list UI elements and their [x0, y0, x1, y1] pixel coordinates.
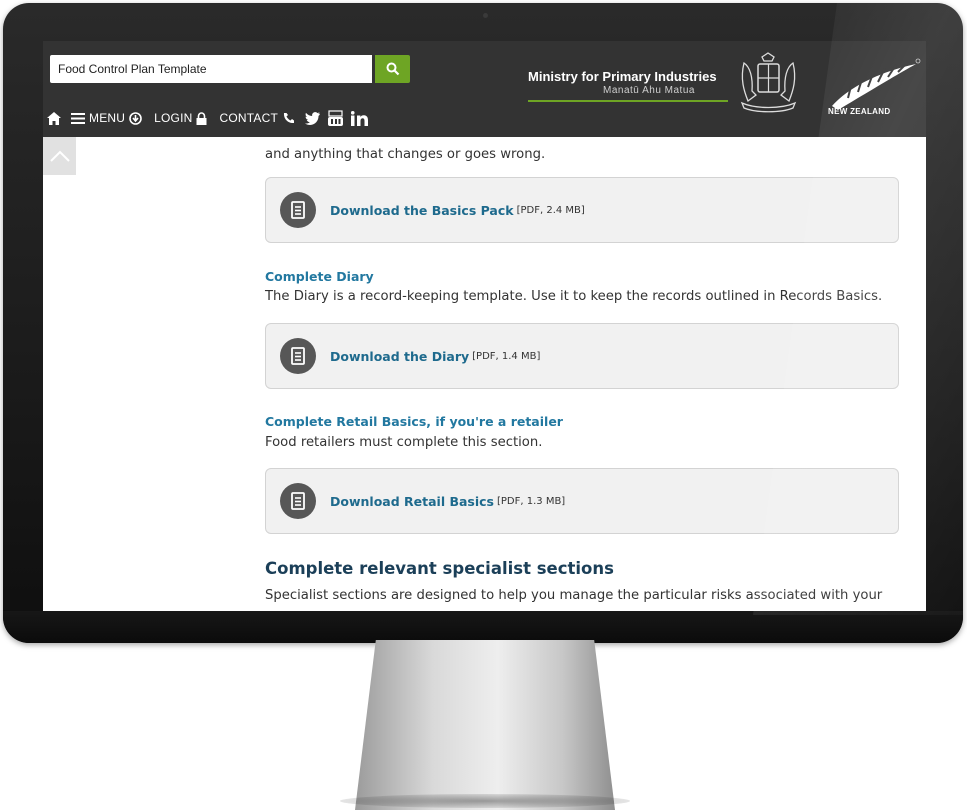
- chevron-up-icon: [49, 150, 70, 162]
- twitter-icon: [305, 111, 320, 125]
- browser-screen: MENU LOGIN CONTACT: [43, 41, 926, 611]
- back-to-top-button[interactable]: [43, 137, 76, 175]
- login-label: LOGIN: [154, 111, 193, 125]
- retail-text: Food retailers must complete this sectio…: [265, 435, 543, 450]
- youtube-link[interactable]: [328, 110, 343, 126]
- download-diary-link[interactable]: Download the Diary: [330, 349, 469, 364]
- download-retail-link[interactable]: Download Retail Basics: [330, 494, 494, 509]
- coat-of-arms-icon: [740, 52, 797, 113]
- linkedin-link[interactable]: [351, 110, 369, 126]
- download-basics-box: Download the Basics Pack [PDF, 2.4 MB]: [265, 177, 899, 243]
- menu-label: MENU: [89, 111, 126, 125]
- site-header: MENU LOGIN CONTACT: [43, 41, 926, 137]
- new-zealand-label: NEW ZEALAND: [828, 107, 891, 116]
- youtube-icon: [328, 110, 343, 126]
- circle-arrow-down-icon: [129, 111, 142, 125]
- mpi-underline: [528, 100, 728, 102]
- intro-text: and anything that changes or goes wrong.: [265, 147, 546, 162]
- linkedin-icon: [351, 110, 368, 126]
- contact-link[interactable]: CONTACT: [219, 111, 295, 125]
- document-icon: [280, 338, 316, 374]
- lock-icon: [196, 111, 207, 125]
- mpi-subtitle: Manatū Ahu Matua: [603, 85, 695, 96]
- twitter-link[interactable]: [305, 111, 320, 125]
- stand-shadow: [340, 794, 630, 808]
- diary-heading: Complete Diary: [265, 269, 374, 284]
- download-diary-box: Download the Diary [PDF, 1.4 MB]: [265, 323, 899, 389]
- specialist-text: Specialist sections are designed to help…: [265, 588, 883, 603]
- specialist-heading: Complete relevant specialist sections: [265, 559, 614, 578]
- login-link[interactable]: LOGIN: [154, 111, 207, 125]
- top-navigation: MENU LOGIN CONTACT: [43, 99, 488, 137]
- diary-text: The Diary is a record-keeping template. …: [265, 289, 883, 304]
- mpi-title: Ministry for Primary Industries: [528, 69, 717, 84]
- document-icon: [280, 483, 316, 519]
- hamburger-icon: [71, 112, 85, 124]
- search-input[interactable]: [50, 55, 372, 83]
- retail-heading: Complete Retail Basics, if you're a reta…: [265, 414, 563, 429]
- download-retail-box: Download Retail Basics [PDF, 1.3 MB]: [265, 468, 899, 534]
- download-basics-link[interactable]: Download the Basics Pack: [330, 203, 514, 218]
- search-icon: [386, 62, 399, 76]
- home-link[interactable]: [47, 111, 61, 125]
- monitor-stand: [355, 640, 615, 810]
- contact-label: CONTACT: [219, 111, 278, 125]
- camera-dot: [483, 13, 488, 18]
- monitor-frame: MENU LOGIN CONTACT: [3, 3, 963, 643]
- home-icon: [47, 111, 61, 125]
- search-button[interactable]: [375, 55, 410, 83]
- document-icon: [280, 192, 316, 228]
- phone-icon: [283, 112, 294, 123]
- download-diary-meta: [PDF, 1.4 MB]: [472, 350, 541, 362]
- monitor-chin: [3, 611, 963, 643]
- download-basics-meta: [PDF, 2.4 MB]: [516, 204, 585, 216]
- menu-button[interactable]: MENU: [71, 111, 142, 125]
- download-retail-meta: [PDF, 1.3 MB]: [497, 495, 566, 507]
